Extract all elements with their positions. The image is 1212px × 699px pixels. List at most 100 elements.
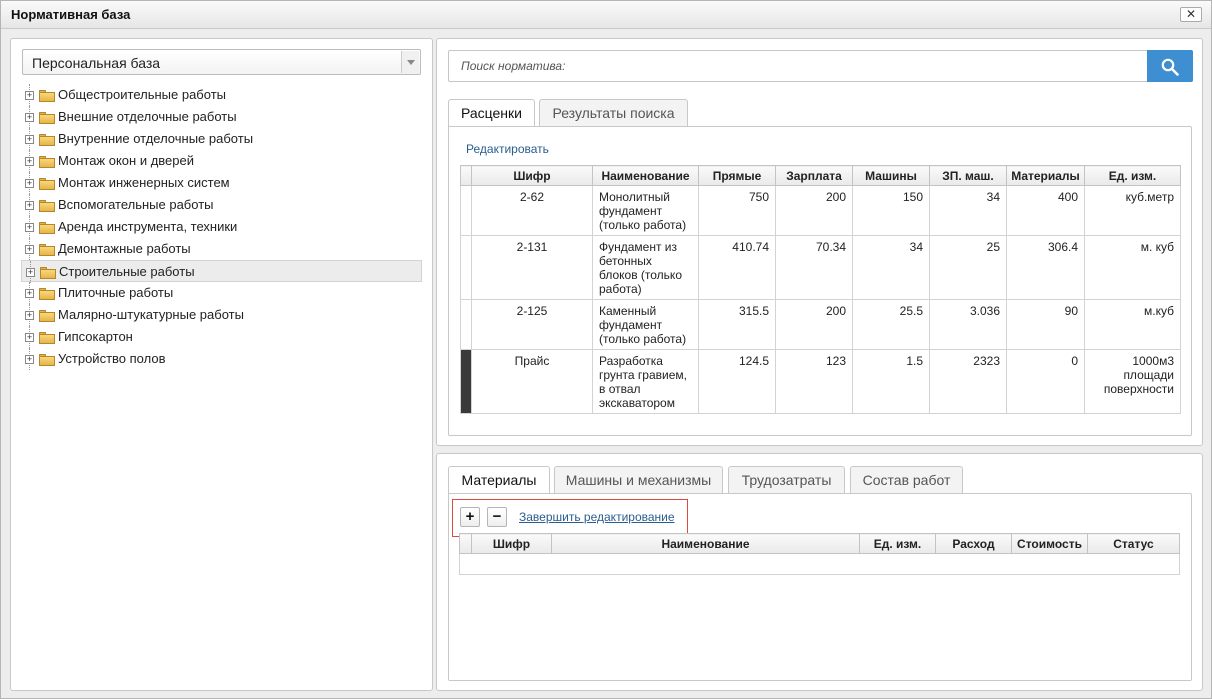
cell-machine-salary: 25	[929, 235, 1007, 300]
expand-icon[interactable]: +	[25, 201, 34, 210]
tree-item-label: Монтаж инженерных систем	[58, 175, 230, 190]
tree-item[interactable]: + Строительные работы	[21, 260, 422, 283]
expand-icon[interactable]: +	[25, 91, 34, 100]
column-consumption[interactable]: Расход	[935, 533, 1012, 554]
tree-item[interactable]: + Внутренние отделочные работы	[21, 128, 422, 150]
tab-labor[interactable]: Трудозатраты	[728, 466, 845, 494]
tree-item[interactable]: + Плиточные работы	[21, 282, 422, 304]
cell-machine-salary: 3.036	[929, 299, 1007, 350]
tree-item-label: Внешние отделочные работы	[58, 109, 237, 124]
expand-icon[interactable]: +	[25, 113, 34, 122]
normative-base-window: Нормативная база ✕ Персональная база + Об…	[0, 0, 1212, 699]
cell-unit: м.куб	[1084, 299, 1181, 350]
tree-item[interactable]: + Малярно-штукатурные работы	[21, 304, 422, 326]
tree-item-label: Плиточные работы	[58, 285, 174, 300]
column-machines[interactable]: Машины	[852, 165, 930, 186]
column-machine-salary[interactable]: ЗП. маш.	[929, 165, 1007, 186]
expand-icon[interactable]: +	[25, 311, 34, 320]
tree-item-label: Демонтажные работы	[58, 241, 191, 256]
chevron-down-icon[interactable]	[401, 51, 419, 73]
search-button[interactable]	[1147, 50, 1193, 82]
column-unit[interactable]: Ед. изм.	[859, 533, 936, 554]
table-row[interactable]: 2-131 Фундамент из бетонных блоков (тольк…	[460, 235, 1181, 300]
remove-material-button[interactable]: −	[487, 507, 507, 527]
folder-icon	[39, 90, 55, 102]
add-material-button[interactable]: +	[460, 507, 480, 527]
row-marker	[460, 299, 472, 350]
cell-direct: 124.5	[698, 349, 776, 414]
cell-machine-salary: 2323	[929, 349, 1007, 414]
tab-work-composition[interactable]: Состав работ	[850, 466, 963, 494]
tree-item[interactable]: + Демонтажные работы	[21, 238, 422, 260]
cell-direct: 410.74	[698, 235, 776, 300]
column-status[interactable]: Статус	[1087, 533, 1180, 554]
column-marker	[459, 533, 472, 554]
edit-link[interactable]: Редактировать	[466, 142, 549, 156]
expand-icon[interactable]: +	[25, 333, 34, 342]
column-cost[interactable]: Стоимость	[1011, 533, 1088, 554]
cell-machine-salary: 34	[929, 185, 1007, 236]
tree-item[interactable]: + Вспомогательные работы	[21, 194, 422, 216]
tab-rates[interactable]: Расценки	[448, 99, 535, 128]
rates-tab-content: Редактировать Шифр Наименование Прямые З…	[448, 126, 1192, 436]
category-tree: + Общестроительные работы + Внешние отделоч…	[21, 84, 422, 370]
table-row[interactable]: Прайс Разработка грунта гравием, в отвал …	[460, 349, 1181, 414]
folder-icon	[40, 267, 56, 279]
column-materials[interactable]: Материалы	[1006, 165, 1085, 186]
finish-editing-link[interactable]: Завершить редактирование	[519, 510, 675, 524]
cell-machines: 25.5	[852, 299, 930, 350]
column-direct[interactable]: Прямые	[698, 165, 776, 186]
tree-item-label: Гипсокартон	[58, 329, 133, 344]
expand-icon[interactable]: +	[25, 223, 34, 232]
close-button[interactable]: ✕	[1180, 7, 1202, 22]
tree-item[interactable]: + Монтаж окон и дверей	[21, 150, 422, 172]
folder-icon	[39, 178, 55, 190]
expand-icon[interactable]: +	[25, 355, 34, 364]
tab-materials[interactable]: Материалы	[448, 466, 550, 495]
materials-table: Шифр Наименование Ед. изм. Расход Стоимо…	[459, 533, 1180, 575]
tree-item[interactable]: + Внешние отделочные работы	[21, 106, 422, 128]
tree-item[interactable]: + Общестроительные работы	[21, 84, 422, 106]
tab-machines[interactable]: Машины и механизмы	[554, 466, 723, 494]
column-marker	[460, 165, 472, 186]
cell-code: Прайс	[471, 349, 593, 414]
tree-item[interactable]: + Устройство полов	[21, 348, 422, 370]
column-name[interactable]: Наименование	[551, 533, 860, 554]
expand-icon[interactable]: +	[25, 289, 34, 298]
window-title: Нормативная база	[11, 7, 131, 22]
cell-name: Разработка грунта гравием, в отвал экска…	[592, 349, 699, 414]
search-box	[448, 50, 1193, 82]
tree-item-label: Строительные работы	[59, 264, 195, 279]
tree-item[interactable]: + Аренда инструмента, техники	[21, 216, 422, 238]
cell-materials: 90	[1006, 299, 1085, 350]
tree-item[interactable]: + Монтаж инженерных систем	[21, 172, 422, 194]
cell-salary: 200	[775, 299, 853, 350]
row-marker	[460, 349, 472, 414]
cell-code: 2-131	[471, 235, 593, 300]
tree-item-label: Общестроительные работы	[58, 87, 226, 102]
tree-item-label: Устройство полов	[58, 351, 166, 366]
column-unit[interactable]: Ед. изм.	[1084, 165, 1181, 186]
expand-icon[interactable]: +	[26, 268, 35, 277]
title-bar: Нормативная база ✕	[1, 1, 1211, 29]
column-code[interactable]: Шифр	[471, 165, 593, 186]
table-row[interactable]: 2-62 Монолитный фундамент (только работа)…	[460, 185, 1181, 236]
search-input[interactable]	[449, 51, 1147, 81]
folder-icon	[39, 134, 55, 146]
column-name[interactable]: Наименование	[592, 165, 699, 186]
column-code[interactable]: Шифр	[471, 533, 552, 554]
row-marker	[460, 235, 472, 300]
table-row[interactable]: 2-125 Каменный фундамент (только работа) 3…	[460, 299, 1181, 350]
folder-icon	[39, 222, 55, 234]
expand-icon[interactable]: +	[25, 135, 34, 144]
expand-icon[interactable]: +	[25, 179, 34, 188]
column-salary[interactable]: Зарплата	[775, 165, 853, 186]
expand-icon[interactable]: +	[25, 157, 34, 166]
tree-item-label: Монтаж окон и дверей	[58, 153, 194, 168]
base-select[interactable]: Персональная база	[22, 49, 421, 75]
tree-item[interactable]: + Гипсокартон	[21, 326, 422, 348]
cell-code: 2-125	[471, 299, 593, 350]
tab-search-results[interactable]: Результаты поиска	[539, 99, 688, 127]
expand-icon[interactable]: +	[25, 245, 34, 254]
cell-materials: 306.4	[1006, 235, 1085, 300]
